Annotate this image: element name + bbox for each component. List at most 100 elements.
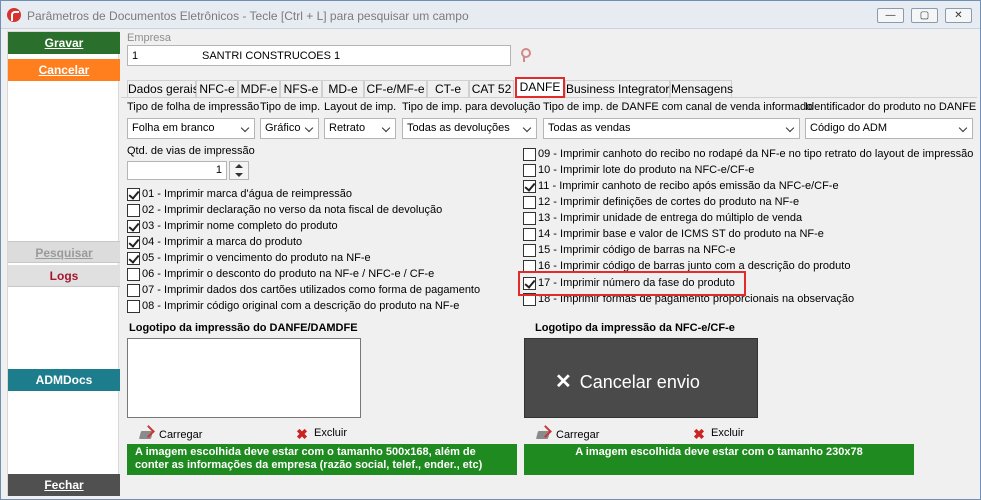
tab-danfe[interactable]: DANFE <box>515 77 565 98</box>
logo-nfce-title: Logotipo da impressão da NFC-e/CF-e <box>535 322 735 334</box>
tab-mdf-e[interactable]: MDF-e <box>238 80 280 97</box>
load-icon <box>139 427 155 441</box>
option-03-checkbox[interactable] <box>127 220 140 233</box>
option-09-label: 09 - Imprimir canhoto do recibo no rodap… <box>538 148 974 160</box>
option-05-checkbox[interactable] <box>127 252 140 265</box>
cancelar-envio-text: Cancelar envio <box>579 372 700 392</box>
chevron-down-icon <box>522 123 532 133</box>
tipo-imp-label: Tipo de imp. <box>260 101 321 113</box>
layout-imp-select[interactable]: Retrato <box>324 118 396 139</box>
option-18-checkbox[interactable] <box>523 293 536 306</box>
cancelar-envio-preview: ✕ Cancelar envio <box>555 369 700 394</box>
option-08-checkbox[interactable] <box>127 300 140 313</box>
close-icon: ✕ <box>555 371 572 393</box>
option-07-checkbox[interactable] <box>127 284 140 297</box>
layout-imp-value: Retrato <box>329 122 366 134</box>
load-icon <box>536 427 552 441</box>
identificador-select[interactable]: Código do ADM <box>805 118 973 139</box>
tab-mensagens[interactable]: Mensagens <box>670 80 733 97</box>
window-title: Parâmetros de Documentos Eletrônicos - T… <box>27 9 469 23</box>
tab-md-e[interactable]: MD-e <box>322 80 364 97</box>
tab-ct-e[interactable]: CT-e <box>427 80 469 97</box>
logo-nfce-carregar-button[interactable]: Carregar <box>536 427 599 441</box>
sidebar: Gravar Cancelar Pesquisar Logs ADMDocs F… <box>7 31 120 496</box>
maximize-button[interactable]: ▢ <box>911 8 938 23</box>
tab-dados-gerais[interactable]: Dados gerais <box>127 80 199 97</box>
option-15-label: 15 - Imprimir código de barras na NFC-e <box>538 244 736 256</box>
cancelar-button[interactable]: Cancelar <box>8 59 120 81</box>
identificador-value: Código do ADM <box>810 122 888 134</box>
logo-nfce-excluir-label: Excluir <box>711 427 745 439</box>
cancelar-label: Cancelar <box>38 63 90 77</box>
option-07-label: 07 - Imprimir dados dos cartões utilizad… <box>142 284 481 296</box>
option-16-checkbox[interactable] <box>523 260 536 273</box>
option-14-label: 14 - Imprimir base e valor de ICMS ST do… <box>538 228 824 240</box>
logo-nfce-preview: ✕ Cancelar envio <box>524 338 758 418</box>
option-14-checkbox[interactable] <box>523 228 536 241</box>
tipo-folha-select[interactable]: Folha em branco <box>127 118 255 139</box>
close-button[interactable]: ✕ <box>945 8 972 23</box>
tipo-canal-select[interactable]: Todas as vendas <box>543 118 800 139</box>
logo-danfe-carregar-button[interactable]: Carregar <box>139 427 202 441</box>
tipo-canal-label: Tipo de imp. de DANFE com canal de venda… <box>543 101 813 113</box>
tipo-folha-value: Folha em branco <box>132 122 215 134</box>
option-18-label: 18 - Imprimir formas de pagamento propor… <box>538 293 855 305</box>
logo-nfce-excluir-button[interactable]: ✖ Excluir <box>691 427 744 441</box>
app-logo-icon <box>7 8 21 22</box>
tab-business-integrator[interactable]: Business Integrator <box>565 80 670 97</box>
title-bar: Parâmetros de Documentos Eletrônicos - T… <box>1 1 980 29</box>
layout-imp-label: Layout de imp. <box>324 101 397 113</box>
option-15-checkbox[interactable] <box>523 244 536 257</box>
chevron-down-icon <box>240 123 250 133</box>
logs-button[interactable]: Logs <box>8 265 120 287</box>
gravar-button[interactable]: Gravar <box>8 32 120 54</box>
key-icon[interactable] <box>518 48 531 62</box>
option-12-checkbox[interactable] <box>523 196 536 209</box>
tab-nfc-e[interactable]: NFC-e <box>196 80 238 97</box>
qtd-vias-label: Qtd. de vias de impressão <box>127 145 255 157</box>
qtd-vias-input[interactable]: 1 <box>127 161 227 180</box>
tipo-devolucao-value: Todas as devoluções <box>407 122 510 134</box>
tab-cat-52[interactable]: CAT 52 <box>469 80 514 97</box>
option-10-checkbox[interactable] <box>523 164 536 177</box>
chevron-down-icon[interactable] <box>235 173 243 177</box>
option-11-label: 11 - Imprimir canhoto de recibo após emi… <box>538 180 839 192</box>
tipo-imp-select[interactable]: Gráfico <box>260 118 319 139</box>
option-06-label: 06 - Imprimir o desconto do produto na N… <box>142 268 435 280</box>
option-06-checkbox[interactable] <box>127 268 140 281</box>
option-04-label: 04 - Imprimir a marca do produto <box>142 236 303 248</box>
tipo-devolucao-select[interactable]: Todas as devoluções <box>402 118 537 139</box>
logo-nfce-info: A imagem escolhida deve estar com o tama… <box>524 444 914 475</box>
option-13-label: 13 - Imprimir unidade de entrega do múlt… <box>538 212 803 224</box>
empresa-name: SANTRI CONSTRUCOES 1 <box>202 50 341 62</box>
minimize-button[interactable]: — <box>877 8 904 23</box>
fechar-button[interactable]: Fechar <box>8 474 120 496</box>
pesquisar-label: Pesquisar <box>35 246 93 260</box>
chevron-down-icon <box>958 123 968 133</box>
option-01-checkbox[interactable] <box>127 188 140 201</box>
tab-nfs-e[interactable]: NFS-e <box>280 80 322 97</box>
option-17-checkbox[interactable] <box>523 277 536 290</box>
option-04-checkbox[interactable] <box>127 236 140 249</box>
logo-danfe-carregar-label: Carregar <box>159 429 203 441</box>
chevron-down-icon <box>381 123 391 133</box>
empresa-code: 1 <box>132 50 139 62</box>
logo-danfe-excluir-button[interactable]: ✖ Excluir <box>294 427 347 441</box>
option-13-checkbox[interactable] <box>523 212 536 225</box>
option-09-checkbox[interactable] <box>523 148 536 161</box>
chevron-up-icon[interactable] <box>235 164 243 168</box>
logo-danfe-preview <box>127 338 361 418</box>
option-02-checkbox[interactable] <box>127 204 140 217</box>
empresa-field[interactable]: 1 SANTRI CONSTRUCOES 1 <box>127 45 511 66</box>
identificador-label: Identificador do produto no DANFE <box>805 101 977 113</box>
main-window: Parâmetros de Documentos Eletrônicos - T… <box>0 0 981 500</box>
qtd-vias-stepper[interactable] <box>229 161 249 180</box>
tab-cf-e-mf-e[interactable]: CF-e/MF-e <box>364 80 427 97</box>
option-03-label: 03 - Imprimir nome completo do produto <box>142 220 338 232</box>
tipo-devolucao-label: Tipo de imp. para devolução <box>402 101 541 113</box>
admdocs-button[interactable]: ADMDocs <box>8 369 120 391</box>
fechar-label: Fechar <box>44 478 84 492</box>
gravar-label: Gravar <box>44 36 84 50</box>
pesquisar-button[interactable]: Pesquisar <box>8 241 120 263</box>
option-11-checkbox[interactable] <box>523 180 536 193</box>
